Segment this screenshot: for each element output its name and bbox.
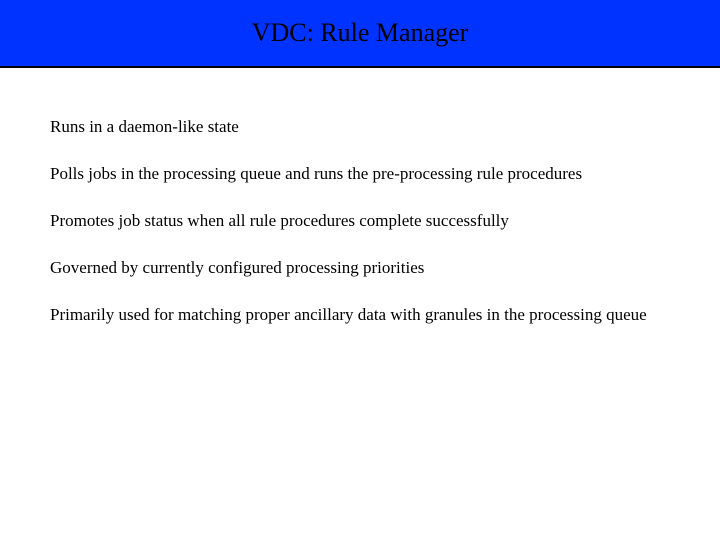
bullet-item: Promotes job status when all rule proced… [50,210,670,233]
title-bar: VDC: Rule Manager [0,0,720,68]
bullet-item: Polls jobs in the processing queue and r… [50,163,670,186]
bullet-item: Primarily used for matching proper ancil… [50,304,670,327]
bullet-item: Runs in a daemon-like state [50,116,670,139]
slide: VDC: Rule Manager Runs in a daemon-like … [0,0,720,540]
bullet-item: Governed by currently configured process… [50,257,670,280]
content-area: Runs in a daemon-like state Polls jobs i… [0,68,720,327]
slide-title: VDC: Rule Manager [252,18,469,48]
